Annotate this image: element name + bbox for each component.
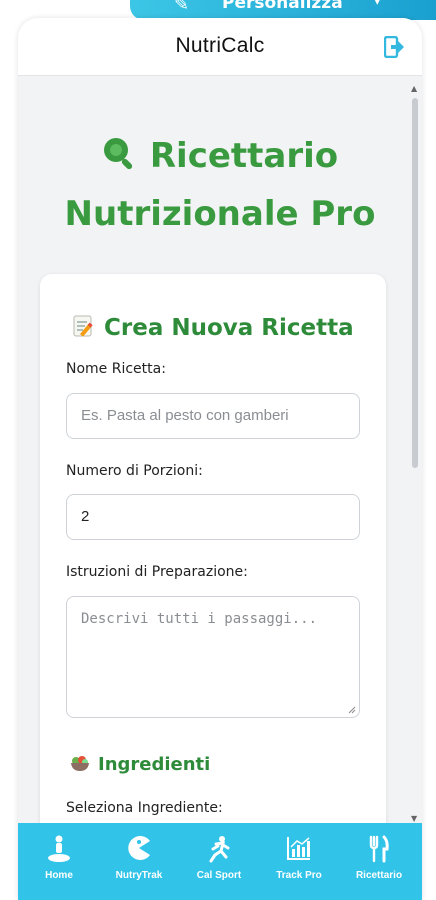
nav-item-home[interactable]: Home [19,823,99,900]
phone-frame: NutriCalc Ricettario Nutrizionale Pro Cr… [18,18,422,900]
logout-icon[interactable] [384,36,404,58]
title-line-2: Nutrizionale Pro [64,194,376,234]
utensils-icon [369,835,389,863]
instructions-label: Istruzioni di Preparazione: [66,564,248,580]
scroll-up-arrow-icon[interactable]: ▲ [411,84,417,93]
nav-label-ricettario: Ricettario [355,870,403,881]
page-title: Ricettario Nutrizionale Pro [18,127,422,243]
recipe-name-placeholder: Es. Pasta al pesto con gamberi [81,407,289,424]
ingredients-title-text: Ingredienti [98,754,211,775]
personalize-label: Personalizza [222,0,343,13]
bottom-navigation: Home NutryTrak Cal Sport Track Pro Ricet… [18,823,422,900]
form-title: Crea Nuova Ricetta [72,314,354,341]
instructions-textarea[interactable]: Descrivi tutti i passaggi... [66,596,360,718]
app-title: NutriCalc [175,34,265,57]
recipe-name-label: Nome Ricetta: [66,361,166,377]
nav-label-track-pro: Track Pro [276,870,322,881]
title-line-1: Ricettario [149,136,339,176]
scroll-down-arrow-icon[interactable]: ▼ [411,814,417,823]
app-bar: NutriCalc [18,18,422,76]
runner-icon [209,836,230,863]
recipe-form-card: Crea Nuova Ricetta Nome Ricetta: Es. Pas… [40,274,386,823]
personalize-banner[interactable]: ✎ Personalizza ▾ [130,0,436,20]
content-scroll[interactable]: Ricettario Nutrizionale Pro Crea Nuova R… [18,77,422,823]
ingredients-title: Ingredienti [70,754,210,775]
nav-item-track-pro[interactable]: Track Pro [259,823,339,900]
portions-label: Numero di Porzioni: [66,463,203,479]
chevron-down-icon: ▾ [374,0,381,9]
portions-input[interactable]: 2 [66,494,360,540]
scrollbar-thumb[interactable] [412,98,418,468]
scrollbar[interactable]: ▲ ▼ [411,84,418,823]
nav-label-home: Home [45,870,73,881]
recipe-name-input[interactable]: Es. Pasta al pesto con gamberi [66,393,360,439]
salad-bowl-icon [71,756,89,771]
memo-icon [73,315,93,337]
resize-handle-icon[interactable] [348,706,356,714]
nav-label-nutrytrak: NutryTrak [115,870,163,881]
person-on-scale-icon [48,835,70,862]
pacman-icon [128,836,150,860]
nav-item-cal-sport[interactable]: Cal Sport [179,823,259,900]
form-title-text: Crea Nuova Ricetta [104,315,354,341]
select-ingredient-label: Seleziona Ingrediente: [66,800,223,816]
magnifier-icon [103,137,132,169]
chart-icon [287,837,310,860]
nav-item-nutrytrak[interactable]: NutryTrak [99,823,179,900]
pencil-icon: ✎ [174,0,190,15]
instructions-placeholder: Descrivi tutti i passaggi... [81,611,318,627]
portions-value: 2 [81,508,90,525]
nav-label-cal-sport: Cal Sport [196,870,242,881]
nav-item-ricettario[interactable]: Ricettario [339,823,419,900]
